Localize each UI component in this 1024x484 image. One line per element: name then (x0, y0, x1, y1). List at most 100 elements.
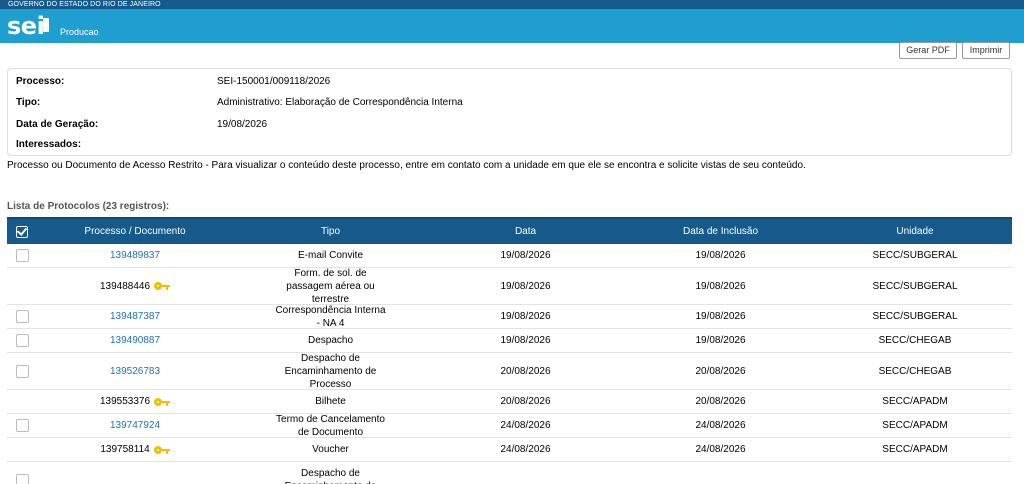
inclusion-date: 24/08/2026 (695, 420, 746, 431)
document-type: E-mail Convite (297, 250, 364, 261)
document-date: 24/08/2026 (500, 444, 551, 455)
field-label: Data de Geração: (16, 119, 99, 130)
inclusion-date: 24/08/2026 (695, 444, 746, 455)
row-checkbox[interactable] (15, 473, 29, 484)
restricted-access-notice: Processo ou Documento de Acesso Restrito… (7, 160, 806, 171)
protocol-table: Processo / Documento Tipo Data Data de I… (7, 217, 1012, 484)
column-header: Unidade (896, 226, 934, 237)
unit-name: SECC/CHEGAB (878, 365, 952, 377)
unit-name: SECC/APADM (882, 444, 948, 455)
table-row: 139490887 Despacho 19/08/2026 19/08/2026 SEC… (7, 329, 1012, 353)
unit-name: SECC/SUBGERAL (872, 311, 958, 322)
document-cell: 139526783 (37, 353, 233, 389)
unit-name: SECC/APADM (882, 396, 948, 407)
key-icon (153, 445, 170, 454)
table-row: 139747924 Termo de Cancelamento de Docume… (7, 414, 1012, 438)
document-date: 20/08/2026 (500, 365, 551, 377)
document-cell: 139487387 (37, 305, 233, 328)
inclusion-date: 19/08/2026 (695, 335, 746, 346)
document-date: 19/08/2026 (500, 311, 551, 322)
table-row: 139487387 Correspondência Interna - NA 4 1… (7, 305, 1012, 329)
table-header: Processo / Documento Tipo Data Data de I… (7, 217, 1012, 244)
protocol-list-caption: Lista de Protocolos (23 registros): (7, 201, 170, 212)
environment-label: Producao (60, 27, 99, 37)
document-link[interactable]: 139526783 (110, 365, 160, 378)
document-date: 19/08/2026 (500, 250, 551, 261)
row-checkbox-cell (7, 268, 37, 304)
document-link[interactable]: 139487387 (110, 310, 160, 323)
document-cell: 139489837 (37, 244, 233, 267)
document-date: 19/08/2026 (500, 335, 551, 346)
row-checkbox[interactable] (15, 419, 29, 432)
field-label: Processo: (16, 76, 65, 87)
document-type: Despacho (307, 335, 354, 346)
document-type: Bilhete (315, 396, 346, 407)
key-icon (154, 282, 171, 290)
document-link[interactable]: 139490887 (110, 334, 160, 347)
row-checkbox[interactable] (15, 249, 29, 262)
document-link[interactable]: 139489837 (110, 249, 160, 262)
table-row: 139553376 Bilhete 20/08/2026 20/08/2026 SECC… (7, 390, 1012, 414)
document-type: Voucher (312, 444, 349, 455)
column-header: Data de Inclusão (682, 226, 759, 237)
checkbox-checked-icon (16, 225, 28, 238)
document-cell: 139553376 (37, 390, 233, 413)
logo-mark (43, 18, 49, 32)
government-label: GOVERNO DO ESTADO DO RIO DE JANEIRO (8, 1, 161, 8)
document-number: 139553376 (99, 396, 151, 407)
table-row: Despacho de Encaminhamento de (7, 462, 1012, 484)
table-row: 139489837 E-mail Convite 19/08/2026 19/08/2… (7, 244, 1012, 268)
field-label: Interessados: (16, 139, 82, 150)
unit-name: SECC/CHEGAB (878, 335, 952, 346)
key-icon (154, 397, 171, 406)
row-checkbox[interactable] (15, 334, 29, 347)
document-cell: 139758114 (37, 438, 233, 461)
row-checkbox-cell (7, 390, 37, 413)
table-row: 139526783 Despacho de Encaminhamento de P… (7, 353, 1012, 390)
table-row: 139758114 Voucher 24/08/2026 24/08/2026 SECC… (7, 438, 1012, 462)
document-type: Despacho de Encaminhamento de (285, 468, 377, 484)
field-label: Tipo: (16, 97, 41, 108)
process-number: SEI-150001/009118/2026 (217, 76, 331, 87)
inclusion-date: 19/08/2026 (695, 280, 746, 292)
select-all-checkbox[interactable] (7, 219, 37, 244)
document-type: Despacho de Encaminhamento de Processo (284, 352, 377, 390)
sei-logo: sei (7, 12, 45, 40)
government-bar: GOVERNO DO ESTADO DO RIO DE JANEIRO (0, 0, 1024, 9)
row-checkbox-cell (7, 329, 37, 352)
column-header: Data (514, 226, 537, 237)
generation-date: 19/08/2026 (217, 119, 268, 130)
inclusion-date: 20/08/2026 (695, 396, 746, 407)
row-checkbox-cell (7, 244, 37, 267)
document-type: Termo de Cancelamento de Documento (276, 413, 385, 438)
document-link[interactable]: 139747924 (110, 419, 160, 432)
process-type: Administrativo: Elaboração de Correspond… (217, 97, 463, 108)
document-cell (37, 462, 233, 484)
table-body: 139489837 E-mail Convite 19/08/2026 19/08/2… (7, 244, 1012, 484)
row-checkbox-cell (7, 414, 37, 437)
row-checkbox-cell (7, 305, 37, 328)
document-cell: 139490887 (37, 329, 233, 352)
document-cell: 139488446 (37, 268, 233, 304)
process-info-panel: Processo: SEI-150001/009118/2026 Tipo: A… (7, 68, 1012, 156)
document-number: 139488446 (99, 280, 151, 292)
document-cell: 139747924 (37, 414, 233, 437)
row-checkbox-cell (7, 438, 37, 461)
document-date: 19/08/2026 (500, 280, 551, 292)
unit-name: SECC/APADM (882, 420, 948, 431)
document-date: 24/08/2026 (500, 420, 551, 431)
document-type: Form. de sol. de passagem aérea ou terre… (286, 267, 375, 305)
row-checkbox[interactable] (15, 310, 29, 323)
generate-pdf-button[interactable]: Gerar PDF (899, 42, 957, 59)
unit-name: SECC/SUBGERAL (872, 280, 958, 292)
table-row: 139488446 Form. de sol. de passagem aérea… (7, 268, 1012, 305)
unit-name: SECC/SUBGERAL (872, 250, 958, 261)
inclusion-date: 19/08/2026 (695, 311, 746, 322)
row-checkbox[interactable] (15, 364, 29, 378)
row-checkbox-cell (7, 353, 37, 389)
inclusion-date: 19/08/2026 (695, 250, 746, 261)
inclusion-date: 20/08/2026 (695, 365, 746, 377)
document-type: Correspondência Interna - NA 4 (275, 304, 386, 329)
print-button[interactable]: Imprimir (962, 42, 1010, 59)
row-checkbox-cell (7, 462, 37, 484)
